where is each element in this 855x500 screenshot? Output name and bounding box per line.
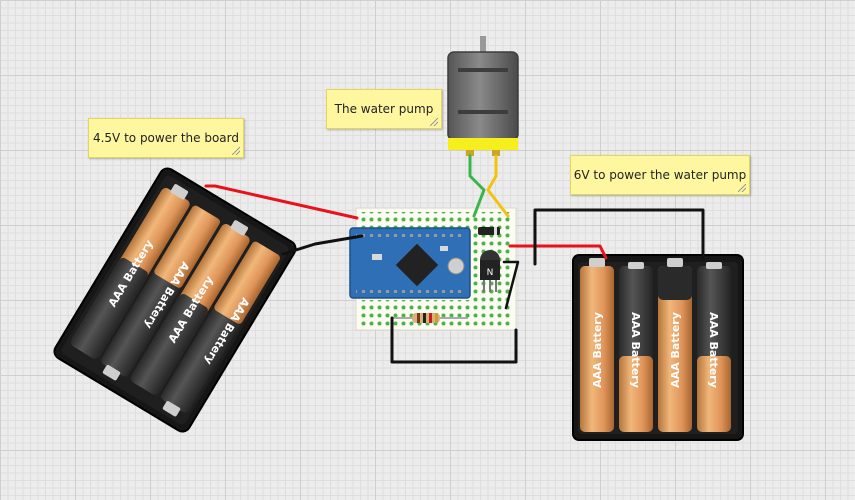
- battery-pack-6v[interactable]: AAA Battery AAA Battery AAA Battery AAA …: [572, 254, 744, 441]
- wire-green[interactable]: [468, 154, 486, 218]
- battery-label: AAA Battery: [629, 312, 642, 388]
- battery-label: AAA Battery: [591, 312, 604, 388]
- water-pump-motor[interactable]: [447, 36, 519, 156]
- battery-label: AAA Battery: [707, 312, 720, 388]
- note-text: The water pump: [334, 102, 434, 116]
- resize-grip-icon[interactable]: [738, 184, 746, 192]
- wire-yellow[interactable]: [486, 154, 510, 218]
- arduino-pro-mini[interactable]: [349, 227, 471, 299]
- note-board-power[interactable]: 4.5V to power the board: [88, 118, 244, 158]
- resize-grip-icon[interactable]: [430, 118, 438, 126]
- diode[interactable]: [478, 227, 500, 235]
- note-pump[interactable]: The water pump: [326, 89, 442, 129]
- note-pump-power[interactable]: 6V to power the water pump: [570, 155, 750, 195]
- resize-grip-icon[interactable]: [232, 147, 240, 155]
- note-text: 6V to power the water pump: [573, 168, 747, 182]
- battery-label: AAA Battery: [669, 312, 682, 388]
- note-text: 4.5V to power the board: [92, 131, 240, 145]
- battery-pack-4v5[interactable]: AAA Battery AAA Battery AAA Battery AAA …: [51, 166, 298, 435]
- transistor[interactable]: N: [480, 250, 500, 292]
- circuit-drawing: AAA Battery AAA Battery AAA Battery AAA …: [51, 36, 744, 441]
- transistor-label: N: [487, 268, 494, 278]
